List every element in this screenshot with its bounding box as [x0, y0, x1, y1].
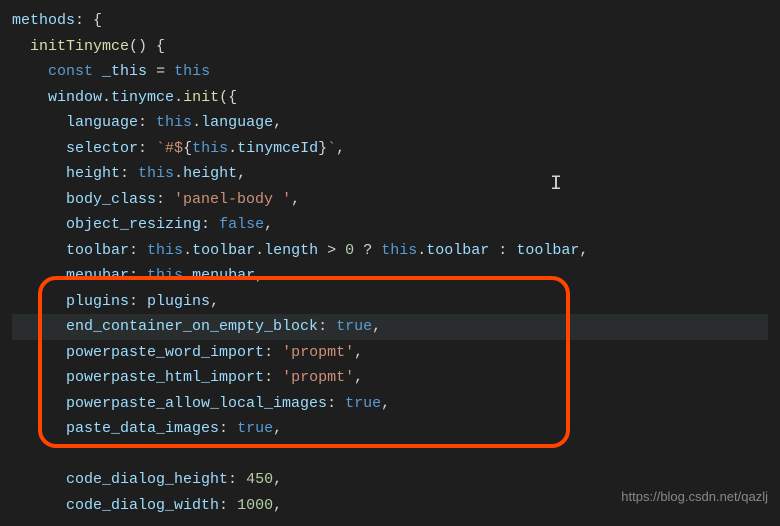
property: language: [66, 114, 138, 131]
code-line: powerpaste_allow_local_images: true,: [12, 391, 768, 417]
code-line: initTinymce() {: [12, 34, 768, 60]
code-line: menubar: this.menubar,: [12, 263, 768, 289]
code-line: const _this = this: [12, 59, 768, 85]
code-line: object_resizing: false,: [12, 212, 768, 238]
property: powerpaste_html_import: [66, 369, 264, 386]
code-line: powerpaste_html_import: 'propmt',: [12, 365, 768, 391]
number: 1000: [237, 497, 273, 514]
keyword-this: this: [156, 114, 192, 131]
variable: _this: [102, 63, 147, 80]
code-editor[interactable]: methods: { initTinymce() { const _this =…: [0, 0, 780, 526]
number: 450: [246, 471, 273, 488]
property: body_class: [66, 191, 156, 208]
keyword-this: this: [138, 165, 174, 182]
variable: toolbar: [516, 242, 579, 259]
code-line: toolbar: this.toolbar.length > 0 ? this.…: [12, 238, 768, 264]
property: methods: [12, 12, 75, 29]
code-line: body_class: 'panel-body ',: [12, 187, 768, 213]
variable: length: [264, 242, 318, 259]
function-name: initTinymce: [30, 38, 129, 55]
keyword-const: const: [48, 63, 93, 80]
code-line: window.tinymce.init({: [12, 85, 768, 111]
string-literal: 'propmt': [282, 344, 354, 361]
property: end_container_on_empty_block: [66, 318, 318, 335]
string-literal: 'panel-body ': [174, 191, 291, 208]
variable: toolbar: [426, 242, 489, 259]
operator: ?: [363, 242, 372, 259]
variable: window: [48, 89, 102, 106]
code-line: [12, 442, 768, 468]
code-line: plugins: plugins,: [12, 289, 768, 315]
property: menubar: [66, 267, 129, 284]
property: height: [66, 165, 120, 182]
code-line: paste_data_images: true,: [12, 416, 768, 442]
property: toolbar: [66, 242, 129, 259]
variable: height: [183, 165, 237, 182]
keyword-true: true: [237, 420, 273, 437]
operator: >: [327, 242, 336, 259]
operator: :: [498, 242, 507, 259]
code-line: selector: `#${this.tinymceId}`,: [12, 136, 768, 162]
code-line: methods: {: [12, 8, 768, 34]
number: 0: [345, 242, 354, 259]
property: paste_data_images: [66, 420, 219, 437]
keyword-true: true: [336, 318, 372, 335]
keyword-this: this: [192, 140, 228, 157]
property: powerpaste_allow_local_images: [66, 395, 327, 412]
property: object_resizing: [66, 216, 201, 233]
keyword-this: this: [381, 242, 417, 259]
string-literal: `#$: [156, 140, 183, 157]
variable: tinymce: [111, 89, 174, 106]
keyword-this: this: [147, 267, 183, 284]
keyword-this: this: [147, 242, 183, 259]
variable: language: [201, 114, 273, 131]
property: powerpaste_word_import: [66, 344, 264, 361]
watermark-text: https://blog.csdn.net/qazlj: [621, 486, 768, 508]
variable: toolbar: [192, 242, 255, 259]
keyword-true: true: [345, 395, 381, 412]
code-line: height: this.height,: [12, 161, 768, 187]
variable: tinymceId: [237, 140, 318, 157]
code-line: language: this.language,: [12, 110, 768, 136]
keyword-this: this: [174, 63, 210, 80]
keyword-false: false: [219, 216, 264, 233]
property: selector: [66, 140, 138, 157]
method: init: [183, 89, 219, 106]
variable: plugins: [147, 293, 210, 310]
string-literal: 'propmt': [282, 369, 354, 386]
property: code_dialog_height: [66, 471, 228, 488]
property: plugins: [66, 293, 129, 310]
property: code_dialog_width: [66, 497, 219, 514]
string-literal: `: [327, 140, 336, 157]
code-line: powerpaste_word_import: 'propmt',: [12, 340, 768, 366]
code-line-active: end_container_on_empty_block: true,: [12, 314, 768, 340]
variable: menubar: [192, 267, 255, 284]
